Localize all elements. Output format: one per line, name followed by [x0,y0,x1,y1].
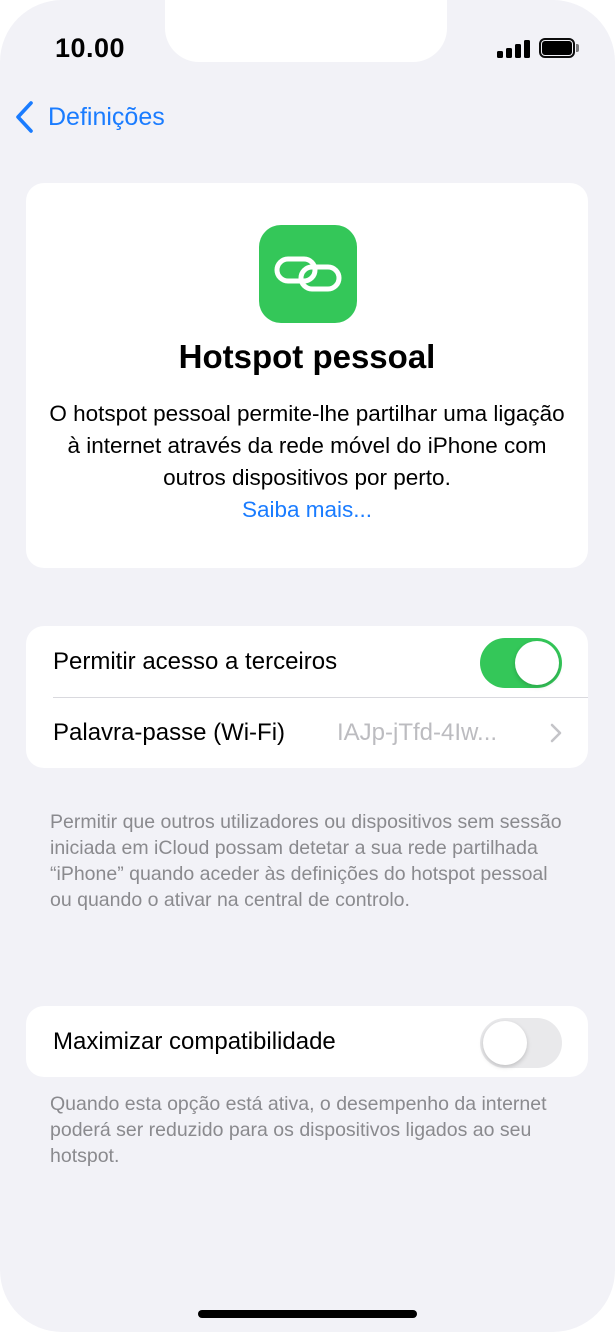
phone-screen: 10.00 Definições Hotspot pessoal O hotsp… [0,0,615,1332]
allow-others-footnote: Permitir que outros utilizadores ou disp… [50,811,562,911]
back-button-label: Definições [48,102,165,131]
allow-others-toggle[interactable] [480,638,562,688]
cellular-signal-icon [497,40,531,58]
wifi-password-row[interactable]: Palavra-passe (Wi-Fi) IAJp-jTfd-4Iw... [26,697,588,768]
hero-description: O hotspot pessoal permite-lhe partilhar … [49,401,565,490]
battery-icon [539,38,579,58]
home-indicator[interactable] [198,1310,417,1318]
chevron-left-icon [16,101,33,133]
compatibility-group: Maximizar compatibilidade [26,1006,588,1077]
status-time: 10.00 [55,33,126,63]
max-compat-toggle[interactable] [480,1018,562,1068]
max-compat-footnote: Quando esta opção está ativa, o desempen… [50,1093,547,1167]
learn-more-link[interactable]: Saiba mais... [26,497,588,523]
allow-others-row: Permitir acesso a terceiros [26,626,588,697]
link-icon [259,225,357,323]
chevron-right-icon [550,723,562,743]
max-compat-label: Maximizar compatibilidade [53,1027,336,1055]
notch [165,0,447,62]
wifi-password-value: IAJp-jTfd-4Iw... [337,719,498,746]
access-settings-group: Permitir acesso a terceiros Palavra-pass… [26,626,588,768]
page-title: Hotspot pessoal [178,338,436,375]
wifi-password-label: Palavra-passe (Wi-Fi) [53,718,286,746]
allow-others-label: Permitir acesso a terceiros [53,647,338,675]
hotspot-info-card: Hotspot pessoal O hotspot pessoal permit… [26,183,588,568]
max-compat-row: Maximizar compatibilidade [26,1006,588,1077]
back-button[interactable]: Definições [14,100,165,134]
